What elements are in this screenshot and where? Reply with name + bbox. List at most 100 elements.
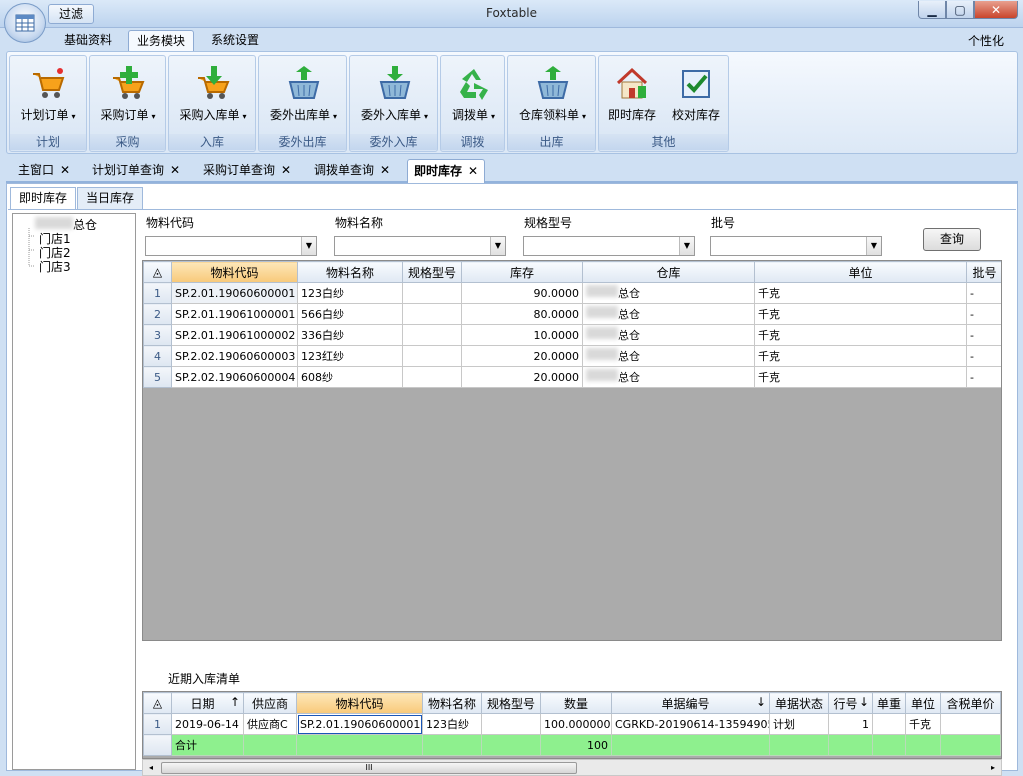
row-number[interactable]: 5 [143,366,172,388]
personalize-menu[interactable]: 个性化 [968,32,1004,49]
horizontal-scrollbar[interactable]: ◂ III ▸ [142,759,1002,776]
close-button[interactable]: ✕ [974,1,1018,19]
col-supplier[interactable]: 供应商 [243,692,297,714]
col-unit[interactable]: 单位 [905,692,941,714]
maximize-button[interactable]: ▢ [946,1,974,19]
cell-unit[interactable]: 千克 [754,303,967,325]
cell-material-code[interactable]: SP.2.02.19060600004 [171,366,298,388]
close-icon[interactable]: ✕ [281,163,291,177]
close-icon[interactable]: ✕ [170,163,180,177]
row-number[interactable]: 2 [143,303,172,325]
chevron-down-icon[interactable]: ▼ [490,237,505,255]
corner-cell[interactable]: ◬ [143,692,172,714]
cell-line-no[interactable]: 1 [828,713,873,735]
cell-unit-weight[interactable] [872,713,906,735]
cell-material-code[interactable]: SP.2.01.19061000001 [171,303,298,325]
app-menu-button[interactable] [4,3,46,43]
material-name-combo[interactable]: ▼ [334,236,506,256]
outsource-in-button[interactable]: 委外入库单 ▾ [352,60,437,132]
table-row[interactable]: 1 2019-06-14 供应商C SP.2.01.19060600001 12… [143,713,1001,735]
cell-material-name[interactable]: 608纱 [297,366,403,388]
col-warehouse[interactable]: 仓库 [582,261,755,283]
cell-material-name[interactable]: 566白纱 [297,303,403,325]
col-line-no[interactable]: 行号 ↓ [828,692,873,714]
material-code-combo[interactable]: ▼ [145,236,317,256]
cell-stock[interactable]: 20.0000 [461,345,583,367]
col-material-name[interactable]: 物料名称 [297,261,403,283]
cell-spec[interactable] [481,713,541,735]
cell-stock[interactable]: 90.0000 [461,282,583,304]
cell-spec[interactable] [402,324,462,346]
cell-unit[interactable]: 千克 [754,366,967,388]
cell-supplier[interactable]: 供应商C [243,713,297,735]
col-doc-status[interactable]: 单据状态 [769,692,829,714]
cell-doc-status[interactable]: 计划 [769,713,829,735]
table-row[interactable]: 4 SP.2.02.19060600003 123红纱 20.0000 总仓 千克 - [143,345,1001,367]
close-icon[interactable]: ✕ [468,164,478,178]
cell-spec[interactable] [402,345,462,367]
purchase-order-button[interactable]: 采购订单 ▾ [92,60,164,132]
cell-batch[interactable]: - [966,303,1001,325]
col-batch[interactable]: 批号 [966,261,1001,283]
col-doc-number[interactable]: 单据编号 ↓ [611,692,770,714]
cell-date[interactable]: 2019-06-14 [171,713,244,735]
cell-spec[interactable] [402,282,462,304]
cell-warehouse[interactable]: 总仓 [582,324,755,346]
tab-system-settings[interactable]: 系统设置 [203,30,267,52]
cell-material-name[interactable]: 123白纱 [297,282,403,304]
doc-tab-plan-query[interactable]: 计划订单查询 ✕ [86,159,186,183]
cell-warehouse[interactable]: 总仓 [582,345,755,367]
cell-unit[interactable]: 千克 [754,282,967,304]
plan-order-button[interactable]: 计划订单 ▾ [12,60,84,132]
cell-stock[interactable]: 80.0000 [461,303,583,325]
close-icon[interactable]: ✕ [60,163,70,177]
cell-unit[interactable]: 千克 [754,324,967,346]
outsource-out-button[interactable]: 委外出库单 ▾ [261,60,346,132]
col-material-code[interactable]: 物料代码 [296,692,423,714]
cell-warehouse[interactable]: 总仓 [582,366,755,388]
col-unit[interactable]: 单位 [754,261,967,283]
scroll-left-icon[interactable]: ◂ [144,761,158,775]
cell-batch[interactable]: - [966,282,1001,304]
material-requisition-button[interactable]: 仓库领料单 ▾ [510,60,595,132]
table-row[interactable]: 1 SP.2.01.19060600001 123白纱 90.0000 总仓 千克 - [143,282,1001,304]
col-stock[interactable]: 库存 [461,261,583,283]
table-row[interactable]: 3 SP.2.01.19061000002 336白纱 10.0000 总仓 千克 - [143,324,1001,346]
table-row[interactable]: 2 SP.2.01.19061000001 566白纱 80.0000 总仓 千克 - [143,303,1001,325]
cell-doc-number[interactable]: CGRKD-20190614-135949055 [611,713,770,735]
tree-node-store3[interactable]: 门店3 [39,258,71,275]
cell-warehouse[interactable]: 总仓 [582,303,755,325]
cell-material-code[interactable]: SP.2.01.19061000002 [171,324,298,346]
cell-batch[interactable]: - [966,345,1001,367]
table-row[interactable]: 5 SP.2.02.19060600004 608纱 20.0000 总仓 千克 - [143,366,1001,388]
chevron-down-icon[interactable]: ▼ [866,237,881,255]
cell-quantity[interactable]: 100.000000 [540,713,612,735]
row-number[interactable]: 4 [143,345,172,367]
cell-unit[interactable]: 千克 [905,713,941,735]
cell-tax-price[interactable] [940,713,1001,735]
batch-combo[interactable]: ▼ [710,236,882,256]
chevron-down-icon[interactable]: ▼ [679,237,694,255]
cell-material-name[interactable]: 123红纱 [297,345,403,367]
cell-material-name[interactable]: 123白纱 [422,713,482,735]
minimize-button[interactable]: ▁ [918,1,946,19]
row-number[interactable]: 1 [143,713,172,735]
row-number[interactable]: 1 [143,282,172,304]
col-spec[interactable]: 规格型号 [402,261,462,283]
col-material-code[interactable]: 物料代码 [171,261,298,283]
cell-spec[interactable] [402,303,462,325]
cell-warehouse[interactable]: 总仓 [582,282,755,304]
cell-material-code[interactable]: SP.2.01.19060600001 [296,713,423,735]
col-spec[interactable]: 规格型号 [481,692,541,714]
tab-business-module[interactable]: 业务模块 [128,30,195,52]
subtab-daily-stock[interactable]: 当日库存 [77,187,144,209]
purchase-inbound-button[interactable]: 采购入库单 ▾ [171,60,255,132]
query-button[interactable]: 查询 [923,228,981,251]
tab-basic-data[interactable]: 基础资料 [56,30,120,52]
col-date[interactable]: 日期 ↑ [171,692,244,714]
cell-stock[interactable]: 20.0000 [461,366,583,388]
doc-tab-main[interactable]: 主窗口 ✕ [12,159,76,183]
spec-model-combo[interactable]: ▼ [523,236,695,256]
verify-stock-button[interactable]: 校对库存 [665,60,727,132]
cell-overflow[interactable] [1000,713,1001,735]
